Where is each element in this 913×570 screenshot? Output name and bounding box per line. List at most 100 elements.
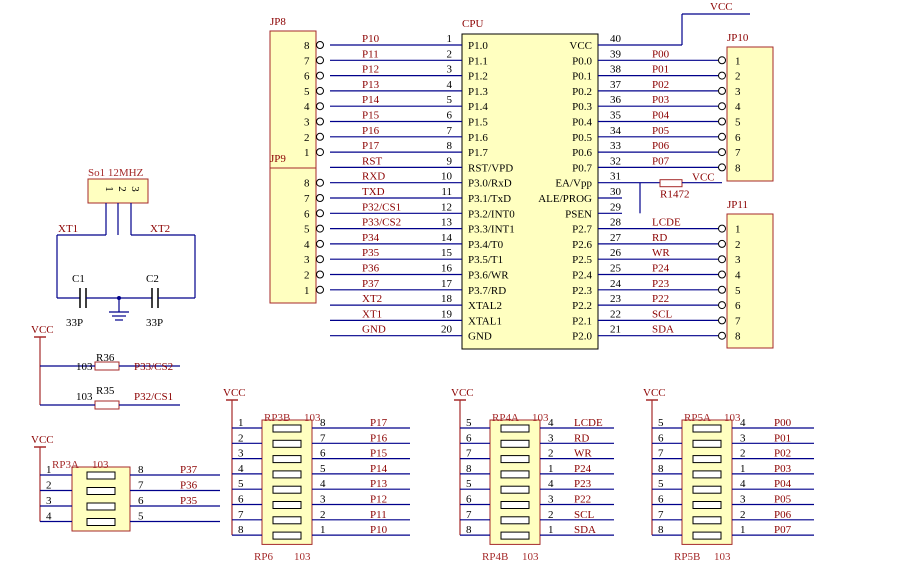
- rp3b6-left-pin: 5: [238, 478, 244, 490]
- cpu-left-net-label: TXD: [362, 186, 385, 198]
- rp3b6-top-value: 103: [304, 412, 321, 424]
- cpu-right-pin-name: P0.3: [572, 101, 592, 113]
- cpu-left-pin-name: P3.7/RD: [468, 285, 506, 297]
- cpu-right-net-label: P06: [652, 140, 670, 152]
- cpu-left-pin-number: 11: [441, 186, 452, 198]
- cpu-right-pin-number: 33: [610, 140, 622, 152]
- cpu-right-net-label: P02: [652, 79, 669, 91]
- cpu-left-pin-name: P1.5: [468, 117, 488, 129]
- cpu-right-net-label: P03: [652, 94, 670, 106]
- rp4-left-pin: 6: [466, 494, 472, 506]
- cpu-right-pin-number: 26: [610, 247, 622, 259]
- cpu-right-net-label: WR: [652, 247, 670, 259]
- cpu-left-pin-number: 17: [441, 278, 453, 290]
- jp8-pin-circle: [316, 86, 324, 95]
- jp10-title: JP10: [727, 32, 749, 44]
- cpu-left-pin-name: P3.4/T0: [468, 239, 504, 251]
- rp4-net-label: SDA: [574, 524, 596, 536]
- rp5-net-label: P04: [774, 478, 792, 490]
- rp5-net-label: P01: [774, 432, 791, 444]
- rp4-right-pin: 3: [548, 432, 554, 444]
- cpu-left-pin-number: 14: [441, 232, 453, 244]
- cpu-left-pin-name: P3.0/RxD: [468, 178, 512, 190]
- jp9-pin-circle: [316, 224, 324, 233]
- rp3b6-right-pin: 6: [320, 448, 326, 460]
- crystal-title: So1 12MHZ: [88, 167, 144, 179]
- rp3a-resistor: [86, 471, 116, 480]
- jp9-pin-circle: [316, 285, 324, 294]
- vcc-top-label: VCC: [710, 1, 733, 13]
- cpu-right-pin-number: 24: [610, 278, 622, 290]
- rp4-resistor: [500, 531, 530, 540]
- jp9-pin-number: 3: [304, 254, 310, 266]
- rp3b6-net-label: P17: [370, 417, 388, 429]
- cpu-right-pin-number: 35: [610, 110, 622, 122]
- cpu-right-pin-number: 27: [610, 232, 622, 244]
- cpu-left-pin-number: 13: [441, 217, 453, 229]
- jp8-pin-circle: [316, 71, 324, 80]
- cpu-left-pin-name: P1.6: [468, 132, 488, 144]
- rp4-bottom-ref: RP4B: [482, 551, 508, 563]
- rp5-left-pin: 6: [658, 494, 664, 506]
- cpu-left-pin-name: RST/VPD: [468, 162, 513, 174]
- cpu-right-pin-number: 25: [610, 263, 622, 275]
- cpu-right-net-label: P22: [652, 293, 669, 305]
- jp9-title: JP9: [270, 153, 286, 165]
- jp10-pin-circle: [718, 56, 726, 65]
- rp5-net-label: P00: [774, 417, 792, 429]
- rp3b6-right-pin: 4: [320, 478, 326, 490]
- cpu-right-pin-name: P0.5: [572, 132, 592, 144]
- cpu-left-pin-name: P1.7: [468, 147, 488, 159]
- rp4-right-pin: 1: [548, 463, 554, 475]
- rp4-net-label: P22: [574, 494, 591, 506]
- jp9-pin-number: 1: [304, 285, 310, 297]
- rp3b6-left-pin: 1: [238, 417, 244, 429]
- jp11-pin-number: 2: [735, 239, 741, 251]
- jp11-pin-number: 4: [735, 270, 741, 282]
- rp3b6-bottom-ref: RP6: [254, 551, 273, 563]
- cpu-left-net-label: P36: [362, 263, 380, 275]
- cpu-right-pin-name: ALE/PROG: [538, 193, 592, 205]
- cpu-right-net-label: SCL: [652, 308, 672, 320]
- rp3a-right-pin: 5: [138, 511, 144, 523]
- jp11-pin-circle: [718, 285, 726, 294]
- jp10-pin-circle: [718, 148, 726, 157]
- jp9-pin-number: 6: [304, 208, 310, 220]
- cpu-right-pin-number: 28: [610, 217, 622, 229]
- rp5-right-pin: 3: [740, 432, 746, 444]
- cpu-right-pin-number: 22: [610, 308, 621, 320]
- rp3b6-resistor: [272, 516, 302, 525]
- jp8-pin-number: 3: [304, 117, 310, 129]
- rp3b6-right-pin: 8: [320, 417, 326, 429]
- cpu-right-pin-name: P0.2: [572, 86, 592, 98]
- cpu-left-pin-number: 2: [447, 48, 453, 60]
- rp5-resistor: [692, 485, 722, 494]
- cpu-title: CPU: [462, 18, 483, 30]
- cpu-right-pin-name: P0.7: [572, 162, 592, 174]
- rp3a-net-label: P37: [180, 464, 198, 476]
- jp9-pin-number: 5: [304, 224, 310, 236]
- cpu-right-pin-name: EA/Vpp: [555, 178, 592, 190]
- jp9-pin-circle: [316, 239, 324, 248]
- rp4-left-pin: 6: [466, 432, 472, 444]
- cpu-left-pin-number: 15: [441, 247, 453, 259]
- cpu-left-pin-name: P1.2: [468, 71, 488, 83]
- jp10-pin-circle: [718, 71, 726, 80]
- rp4-right-pin: 4: [548, 478, 554, 490]
- rp3b6-left-pin: 8: [238, 524, 244, 536]
- c2-value: 33P: [146, 317, 163, 329]
- r36-ref: R36: [96, 352, 115, 364]
- rp3b6-top-ref: RP3B: [264, 412, 290, 424]
- rp3a-right-pin: 8: [138, 464, 144, 476]
- rp3b6-resistor: [272, 485, 302, 494]
- cpu-left-pin-name: P3.5/T1: [468, 254, 503, 266]
- rp4-left-pin: 8: [466, 524, 472, 536]
- cpu-right-pin-number: 23: [610, 293, 622, 305]
- rp5-net-label: P07: [774, 524, 792, 536]
- jp9-pin-number: 4: [304, 239, 310, 251]
- cpu-left-pin-number: 10: [441, 171, 453, 183]
- jp9-pin-number: 7: [304, 193, 310, 205]
- rp3a-ref: RP3A: [52, 459, 79, 471]
- cpu-left-net-label: P11: [362, 48, 379, 60]
- rp3b6-left-pin: 6: [238, 494, 244, 506]
